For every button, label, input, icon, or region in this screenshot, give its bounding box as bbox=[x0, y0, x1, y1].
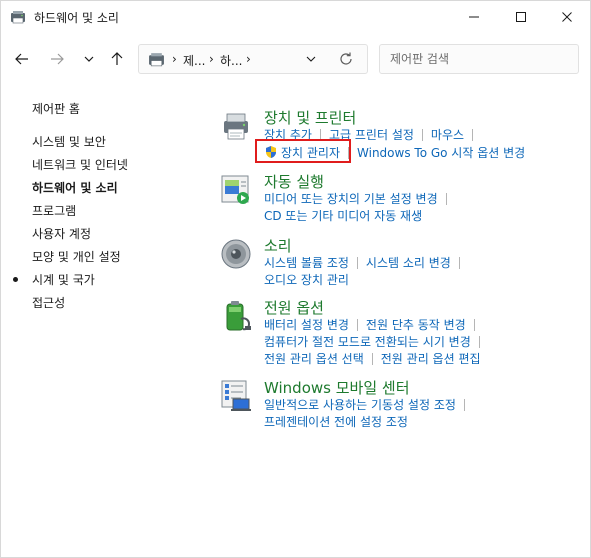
minimize-button[interactable] bbox=[451, 1, 497, 33]
link-separator bbox=[356, 256, 358, 269]
sidebar-item-appearance[interactable]: 모양 및 개인 설정 bbox=[32, 248, 121, 265]
printer-icon bbox=[224, 113, 248, 140]
sidebar-item-system-security[interactable]: 시스템 및 보안 bbox=[32, 133, 106, 150]
breadcrumb-hardware-sound[interactable]: 하... bbox=[220, 52, 242, 69]
link-separator bbox=[445, 192, 447, 205]
breadcrumb-separator[interactable]: › bbox=[172, 52, 177, 66]
link-change-system-sounds[interactable]: 시스템 소리 변경 bbox=[366, 254, 451, 271]
minimize-icon bbox=[469, 16, 479, 18]
forward-button[interactable] bbox=[45, 47, 69, 71]
chevron-down-icon[interactable] bbox=[304, 52, 318, 66]
sidebar-item-programs[interactable]: 프로그램 bbox=[32, 202, 76, 219]
sidebar-item-clock-region[interactable]: 시계 및 국가 bbox=[32, 271, 95, 288]
up-button[interactable] bbox=[105, 47, 129, 71]
address-bar[interactable]: › 제... › 하... › bbox=[138, 44, 368, 74]
link-mouse[interactable]: 마우스 bbox=[431, 126, 464, 143]
link-separator bbox=[463, 398, 465, 411]
maximize-icon bbox=[516, 12, 526, 22]
sidebar-item-network-internet[interactable]: 네트워크 및 인터넷 bbox=[32, 156, 128, 173]
breadcrumb-control-panel[interactable]: 제... bbox=[183, 52, 205, 69]
battery-icon bbox=[226, 301, 251, 331]
link-separator bbox=[473, 318, 475, 331]
link-separator bbox=[478, 335, 480, 348]
link-choose-power-plan[interactable]: 전원 관리 옵션 선택 bbox=[264, 350, 364, 367]
recent-locations-button[interactable] bbox=[77, 47, 101, 71]
sidebar-item-hardware-sound[interactable]: 하드웨어 및 소리 bbox=[32, 179, 118, 196]
search-input[interactable] bbox=[380, 45, 578, 73]
link-adjust-presentation-settings[interactable]: 프레젠테이션 전에 설정 조정 bbox=[264, 413, 408, 430]
link-windows-to-go[interactable]: Windows To Go 시작 옵션 변경 bbox=[357, 144, 525, 161]
navigation-bar: › 제... › 하... › bbox=[1, 33, 590, 85]
speaker-icon bbox=[221, 239, 251, 269]
control-panel-location-icon bbox=[149, 53, 164, 67]
link-change-sleep-time[interactable]: 컴퓨터가 절전 모드로 전환되는 시기 변경 bbox=[264, 333, 471, 350]
link-autoplay-cds[interactable]: CD 또는 기타 미디어 자동 재생 bbox=[264, 207, 422, 224]
link-change-default-settings[interactable]: 미디어 또는 장치의 기본 설정 변경 bbox=[264, 190, 438, 207]
refresh-icon[interactable] bbox=[338, 51, 354, 67]
maximize-button[interactable] bbox=[498, 1, 544, 33]
link-separator bbox=[458, 256, 460, 269]
device-manager-highlight bbox=[255, 139, 351, 163]
link-separator bbox=[371, 352, 373, 365]
link-manage-audio-devices[interactable]: 오디오 장치 관리 bbox=[264, 271, 349, 288]
category-title-mobility-center[interactable]: Windows 모바일 센터 bbox=[264, 377, 410, 398]
link-change-battery-settings[interactable]: 배터리 설정 변경 bbox=[264, 316, 349, 333]
arrow-right-icon bbox=[51, 53, 64, 65]
chevron-down-icon bbox=[84, 56, 94, 62]
control-panel-window: 하드웨어 및 소리 › 제... › 하... › 제어판 검색 제어판 홈 시… bbox=[0, 0, 591, 558]
category-title-sound[interactable]: 소리 bbox=[264, 235, 292, 256]
mobility-center-icon bbox=[221, 380, 251, 411]
sidebar-item-ease-of-access[interactable]: 접근성 bbox=[32, 294, 65, 311]
link-separator bbox=[356, 318, 358, 331]
arrow-up-icon bbox=[111, 52, 123, 65]
link-adjust-system-volume[interactable]: 시스템 볼륨 조정 bbox=[264, 254, 349, 271]
category-title-autoplay[interactable]: 자동 실행 bbox=[264, 171, 324, 192]
category-title-power-options[interactable]: 전원 옵션 bbox=[264, 297, 324, 318]
window-title: 하드웨어 및 소리 bbox=[34, 11, 119, 25]
link-separator bbox=[472, 128, 474, 141]
search-box[interactable] bbox=[379, 44, 579, 74]
link-change-power-buttons[interactable]: 전원 단추 동작 변경 bbox=[366, 316, 466, 333]
sidebar-item-control-panel-home[interactable]: 제어판 홈 bbox=[32, 100, 80, 117]
breadcrumb-separator[interactable]: › bbox=[209, 52, 214, 66]
back-button[interactable] bbox=[10, 47, 34, 71]
link-separator bbox=[421, 128, 423, 141]
active-item-bullet bbox=[13, 277, 18, 282]
link-edit-power-plan[interactable]: 전원 관리 옵션 편집 bbox=[381, 350, 481, 367]
autoplay-icon bbox=[221, 175, 249, 204]
link-adjust-mobility-settings[interactable]: 일반적으로 사용하는 기동성 설정 조정 bbox=[264, 396, 456, 413]
category-title-devices-printers[interactable]: 장치 및 프린터 bbox=[264, 107, 356, 128]
control-panel-app-icon bbox=[11, 11, 25, 24]
title-bar: 하드웨어 및 소리 bbox=[1, 1, 590, 33]
sidebar-item-user-accounts[interactable]: 사용자 계정 bbox=[32, 225, 91, 242]
breadcrumb-separator[interactable]: › bbox=[246, 52, 251, 66]
arrow-left-icon bbox=[15, 53, 28, 65]
close-icon bbox=[562, 12, 572, 22]
close-button[interactable] bbox=[544, 1, 590, 33]
